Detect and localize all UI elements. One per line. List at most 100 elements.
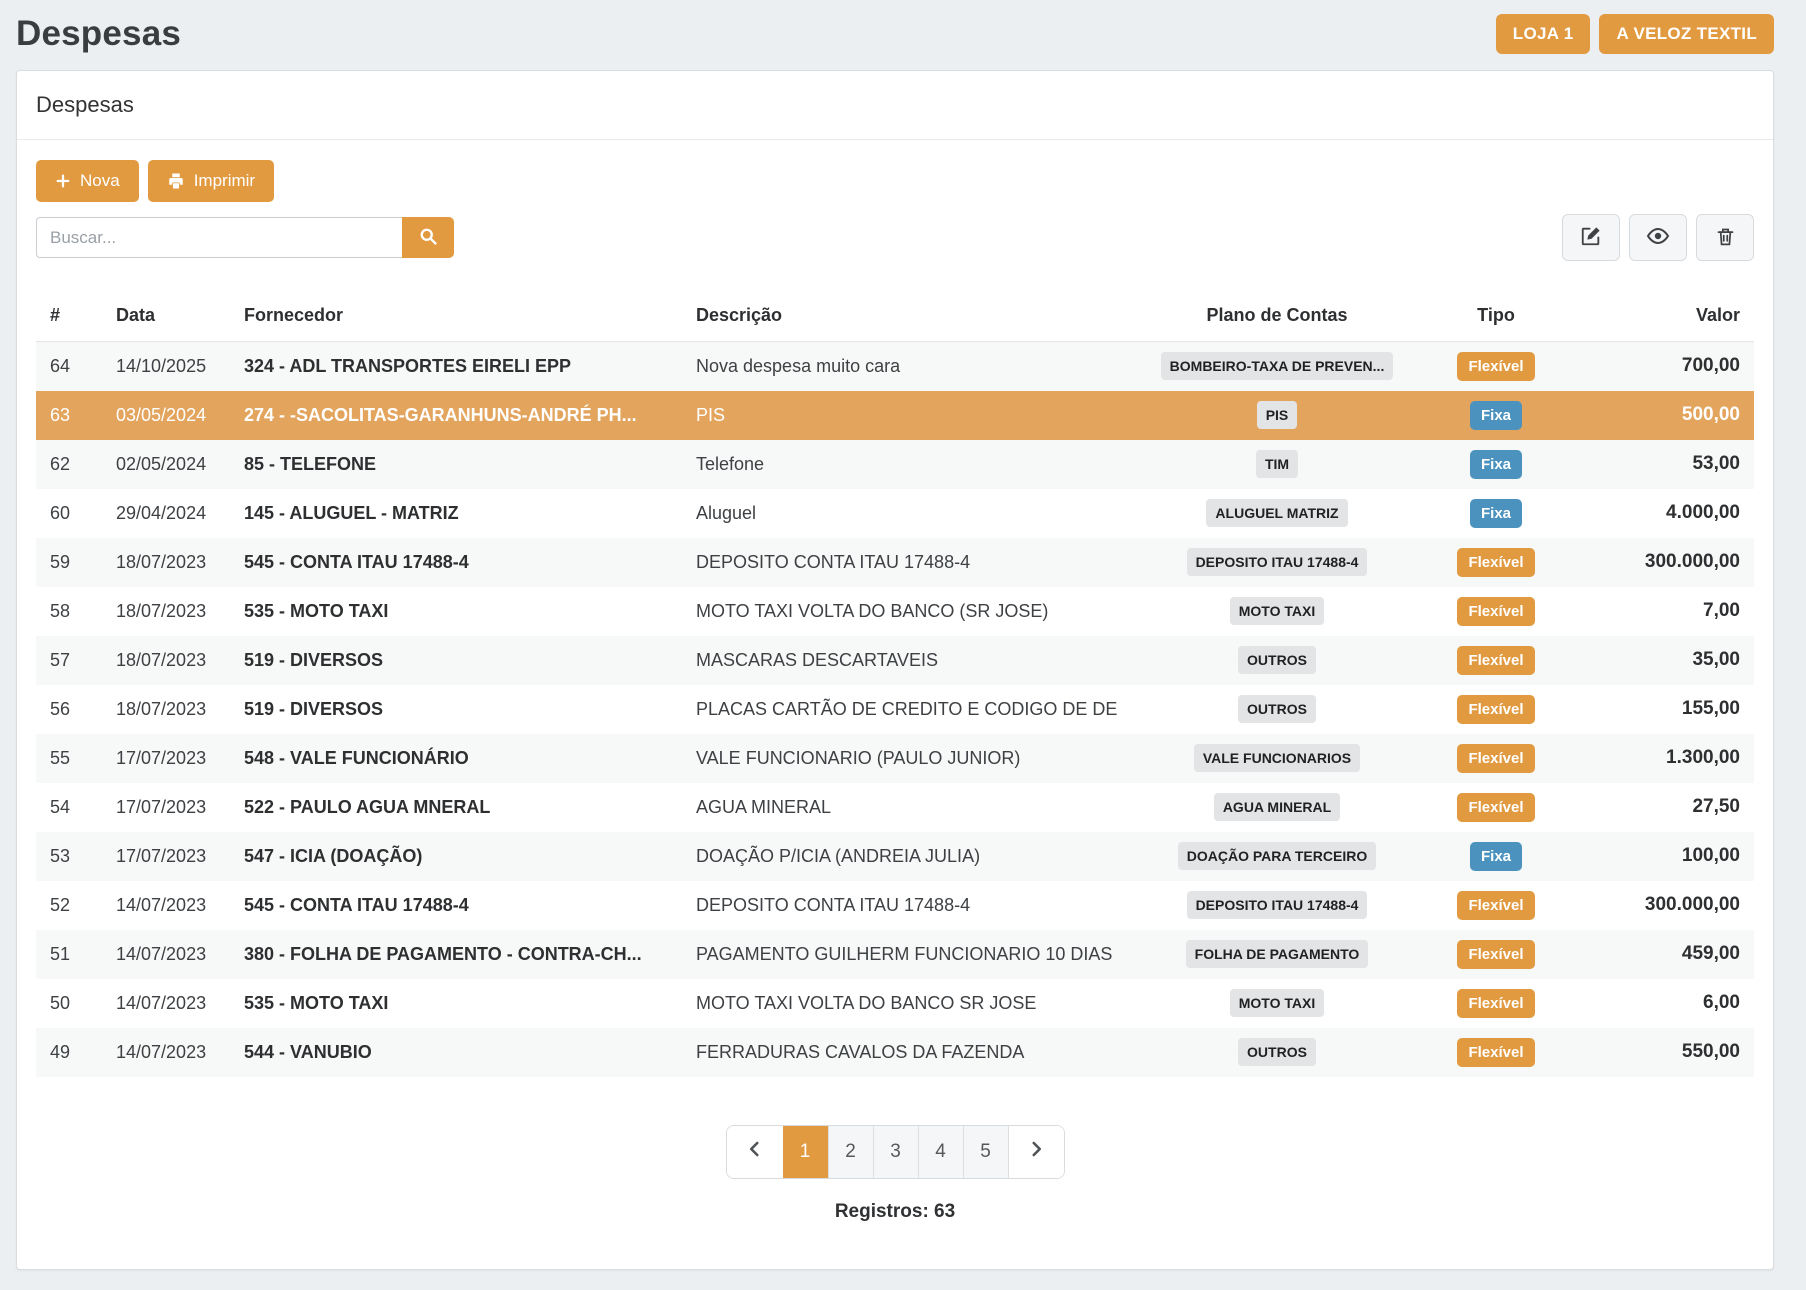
search-input[interactable] xyxy=(36,217,402,258)
row-action-buttons xyxy=(1562,214,1754,261)
row-value: 500,00 xyxy=(1556,391,1754,440)
row-date: 03/05/2024 xyxy=(102,391,230,440)
pagination-page-button[interactable]: 1 xyxy=(783,1126,828,1178)
row-description: Nova despesa muito cara xyxy=(682,342,1118,391)
table-header: # Data Fornecedor Descrição Plano de Con… xyxy=(36,297,1754,342)
table-row[interactable]: 60 29/04/2024 145 - ALUGUEL - MATRIZ Alu… xyxy=(36,489,1754,538)
row-supplier: 274 - -SACOLITAS-GARANHUNS-ANDRÉ PH... xyxy=(230,391,682,440)
column-header-date: Data xyxy=(102,297,230,342)
row-id: 51 xyxy=(36,930,102,979)
row-date: 29/04/2024 xyxy=(102,489,230,538)
column-header-id: # xyxy=(36,297,102,342)
table-row[interactable]: 59 18/07/2023 545 - CONTA ITAU 17488-4 D… xyxy=(36,538,1754,587)
row-id: 56 xyxy=(36,685,102,734)
type-badge: Flexível xyxy=(1457,548,1534,577)
table-row[interactable]: 57 18/07/2023 519 - DIVERSOS MASCARAS DE… xyxy=(36,636,1754,685)
pagination-page-button[interactable]: 3 xyxy=(873,1126,918,1178)
print-button[interactable]: Imprimir xyxy=(148,160,274,202)
row-supplier: 548 - VALE FUNCIONÁRIO xyxy=(230,734,682,783)
row-supplier: 324 - ADL TRANSPORTES EIRELI EPP xyxy=(230,342,682,391)
pagination-page-button[interactable]: 4 xyxy=(918,1126,963,1178)
plan-badge: OUTROS xyxy=(1238,646,1316,674)
card-title: Despesas xyxy=(17,71,1773,140)
plan-badge: DOAÇÃO PARA TERCEIRO xyxy=(1178,842,1376,870)
row-id: 50 xyxy=(36,979,102,1028)
table-row[interactable]: 52 14/07/2023 545 - CONTA ITAU 17488-4 D… xyxy=(36,881,1754,930)
table-row[interactable]: 62 02/05/2024 85 - TELEFONE Telefone TIM… xyxy=(36,440,1754,489)
search-icon xyxy=(418,226,438,249)
plan-badge: ALUGUEL MATRIZ xyxy=(1206,499,1347,527)
table-row[interactable]: 64 14/10/2025 324 - ADL TRANSPORTES EIRE… xyxy=(36,342,1754,391)
table-row[interactable]: 54 17/07/2023 522 - PAULO AGUA MNERAL AG… xyxy=(36,783,1754,832)
row-value: 27,50 xyxy=(1556,783,1754,832)
row-description: DEPOSITO CONTA ITAU 17488-4 xyxy=(682,881,1118,930)
chevron-left-icon xyxy=(746,1140,764,1164)
table-row[interactable]: 58 18/07/2023 535 - MOTO TAXI MOTO TAXI … xyxy=(36,587,1754,636)
row-date: 14/07/2023 xyxy=(102,979,230,1028)
search-row xyxy=(36,214,1754,261)
table-row[interactable]: 56 18/07/2023 519 - DIVERSOS PLACAS CART… xyxy=(36,685,1754,734)
row-date: 14/07/2023 xyxy=(102,881,230,930)
table-row[interactable]: 49 14/07/2023 544 - VANUBIO FERRADURAS C… xyxy=(36,1028,1754,1077)
table-row[interactable]: 63 03/05/2024 274 - -SACOLITAS-GARANHUNS… xyxy=(36,391,1754,440)
new-expense-button[interactable]: Nova xyxy=(36,160,139,202)
row-supplier: 145 - ALUGUEL - MATRIZ xyxy=(230,489,682,538)
view-button[interactable] xyxy=(1629,214,1687,261)
delete-button[interactable] xyxy=(1696,214,1754,261)
row-value: 700,00 xyxy=(1556,342,1754,391)
row-id: 59 xyxy=(36,538,102,587)
row-date: 18/07/2023 xyxy=(102,636,230,685)
type-badge: Flexível xyxy=(1457,940,1534,969)
type-badge: Flexível xyxy=(1457,597,1534,626)
row-id: 52 xyxy=(36,881,102,930)
table-row[interactable]: 53 17/07/2023 547 - ICIA (DOAÇÃO) DOAÇÃO… xyxy=(36,832,1754,881)
row-date: 14/10/2025 xyxy=(102,342,230,391)
type-badge: Flexível xyxy=(1457,793,1534,822)
plan-badge: VALE FUNCIONARIOS xyxy=(1194,744,1360,772)
row-supplier: 535 - MOTO TAXI xyxy=(230,587,682,636)
type-badge: Fixa xyxy=(1470,401,1522,430)
plan-badge: AGUA MINERAL xyxy=(1214,793,1340,821)
plan-badge: DEPOSITO ITAU 17488-4 xyxy=(1187,891,1368,919)
pagination-next-button[interactable] xyxy=(1008,1126,1064,1178)
table-row[interactable]: 50 14/07/2023 535 - MOTO TAXI MOTO TAXI … xyxy=(36,979,1754,1028)
trash-icon xyxy=(1715,226,1736,250)
row-supplier: 519 - DIVERSOS xyxy=(230,636,682,685)
plan-badge: PIS xyxy=(1257,401,1298,429)
row-id: 55 xyxy=(36,734,102,783)
toolbar: Nova Imprimir xyxy=(36,160,1754,202)
topbar: Despesas LOJA 1 A VELOZ TEXTIL xyxy=(16,0,1774,70)
store-button[interactable]: LOJA 1 xyxy=(1496,14,1591,54)
plan-badge: BOMBEIRO-TAXA DE PREVEN... xyxy=(1161,352,1394,380)
row-supplier: 519 - DIVERSOS xyxy=(230,685,682,734)
records-count: Registros: 63 xyxy=(36,1201,1754,1223)
pagination-prev-button[interactable] xyxy=(727,1126,783,1178)
pagination-page-button[interactable]: 2 xyxy=(828,1126,873,1178)
type-badge: Flexível xyxy=(1457,989,1534,1018)
print-label: Imprimir xyxy=(194,171,255,191)
plan-badge: OUTROS xyxy=(1238,695,1316,723)
row-value: 53,00 xyxy=(1556,440,1754,489)
edit-button[interactable] xyxy=(1562,214,1620,261)
table-row[interactable]: 55 17/07/2023 548 - VALE FUNCIONÁRIO VAL… xyxy=(36,734,1754,783)
company-button[interactable]: A VELOZ TEXTIL xyxy=(1599,14,1774,54)
row-supplier: 547 - ICIA (DOAÇÃO) xyxy=(230,832,682,881)
plan-badge: MOTO TAXI xyxy=(1230,989,1324,1017)
row-supplier: 380 - FOLHA DE PAGAMENTO - CONTRA-CH... xyxy=(230,930,682,979)
row-description: VALE FUNCIONARIO (PAULO JUNIOR) xyxy=(682,734,1118,783)
row-description: DEPOSITO CONTA ITAU 17488-4 xyxy=(682,538,1118,587)
search-button[interactable] xyxy=(402,217,454,258)
card-body: Nova Imprimir xyxy=(17,140,1773,1269)
row-id: 63 xyxy=(36,391,102,440)
type-badge: Fixa xyxy=(1470,499,1522,528)
row-value: 300.000,00 xyxy=(1556,881,1754,930)
column-header-value: Valor xyxy=(1556,297,1754,342)
row-description: PLACAS CARTÃO DE CREDITO E CODIGO DE DEF… xyxy=(682,685,1118,734)
plan-badge: FOLHA DE PAGAMENTO xyxy=(1186,940,1369,968)
row-date: 02/05/2024 xyxy=(102,440,230,489)
type-badge: Flexível xyxy=(1457,695,1534,724)
table-row[interactable]: 51 14/07/2023 380 - FOLHA DE PAGAMENTO -… xyxy=(36,930,1754,979)
row-value: 550,00 xyxy=(1556,1028,1754,1077)
row-value: 6,00 xyxy=(1556,979,1754,1028)
pagination-page-button[interactable]: 5 xyxy=(963,1126,1008,1178)
